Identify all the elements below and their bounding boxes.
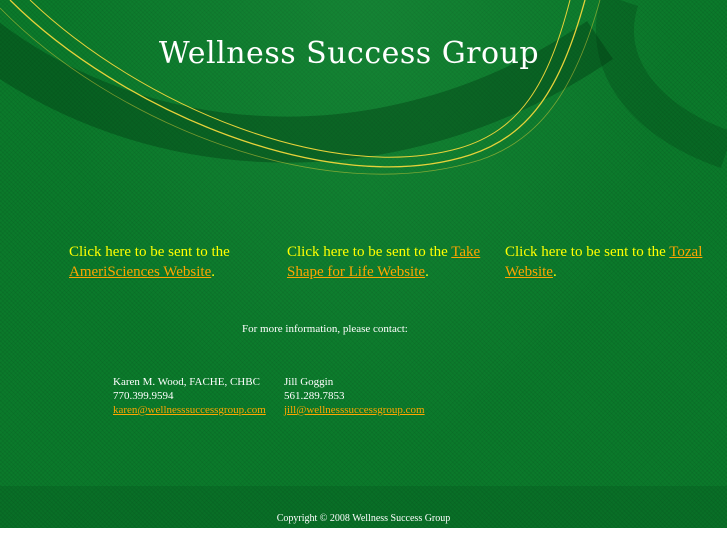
contact-email-link[interactable]: karen@wellnesssuccessgroup.com	[113, 404, 266, 416]
contact-karen: Karen M. Wood, FACHE, CHBC 770.399.9594 …	[113, 375, 266, 417]
contact-jill: Jill Goggin 561.289.7853 jill@wellnesssu…	[284, 375, 425, 417]
promo-suffix: .	[425, 264, 429, 280]
contact-name: Karen M. Wood, FACHE, CHBC	[113, 376, 260, 388]
contact-email-link[interactable]: jill@wellnesssuccessgroup.com	[284, 404, 425, 416]
copyright-text: Copyright © 2008 Wellness Success Group	[276, 513, 451, 524]
promo-text: Click here to be sent to the	[287, 244, 452, 260]
swoosh-decoration	[0, 0, 727, 175]
site-title: Wellness Success Group	[158, 36, 540, 71]
promo-text: Click here to be sent to the	[505, 244, 670, 260]
amerisciences-link[interactable]: AmeriSciences Website	[69, 264, 211, 280]
promo-text: Click here to be sent to the	[69, 244, 230, 260]
page-canvas: Wellness Success Group Click here to be …	[0, 0, 727, 528]
contact-phone: 770.399.9594	[113, 390, 174, 402]
promo-take-shape: Click here to be sent to the Take Shape …	[287, 242, 492, 282]
contact-phone: 561.289.7853	[284, 390, 345, 402]
promo-amerisciences: Click here to be sent to the AmeriScienc…	[69, 242, 274, 282]
contact-heading: For more information, please contact:	[242, 323, 408, 335]
contact-name: Jill Goggin	[284, 376, 334, 388]
promo-tozal: Click here to be sent to the Tozal Websi…	[505, 242, 710, 282]
promo-suffix: .	[211, 264, 215, 280]
promo-suffix: .	[552, 264, 557, 280]
